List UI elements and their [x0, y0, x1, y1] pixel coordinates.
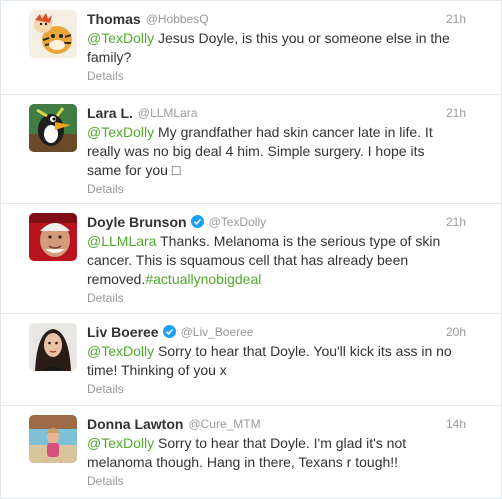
- details-link[interactable]: Details: [87, 474, 491, 488]
- author-handle[interactable]: @HobbesQ: [146, 12, 209, 26]
- tweet-timestamp[interactable]: 21h: [446, 215, 466, 229]
- details-link[interactable]: Details: [87, 382, 491, 396]
- author-name[interactable]: Lara L.: [87, 105, 133, 121]
- tweet-timestamp[interactable]: 20h: [446, 325, 466, 339]
- author-name[interactable]: Doyle Brunson: [87, 214, 187, 230]
- tweet-text: @LLMLara Thanks. Melanoma is the serious…: [87, 232, 462, 289]
- tweet-item[interactable]: 21h Doyle Brunson @TexDolly @LLMLara Tha…: [1, 204, 501, 314]
- mention-link[interactable]: @TexDolly: [87, 343, 154, 359]
- tweet-timestamp[interactable]: 21h: [446, 106, 466, 120]
- hashtag-link[interactable]: #actuallynobigdeal: [145, 271, 261, 287]
- doyle-portrait-avatar-icon[interactable]: [29, 213, 77, 261]
- tweet-timestamp[interactable]: 14h: [446, 417, 466, 431]
- author-name[interactable]: Thomas: [87, 11, 141, 27]
- mention-link[interactable]: @TexDolly: [87, 30, 154, 46]
- mention-link[interactable]: @LLMLara: [87, 233, 156, 249]
- beach-photo-avatar-icon[interactable]: [29, 415, 77, 463]
- tweet-text: @TexDolly Jesus Doyle, is this you or so…: [87, 29, 462, 67]
- cartoon-duck-avatar-icon[interactable]: [29, 104, 77, 152]
- author-name[interactable]: Liv Boeree: [87, 324, 159, 340]
- tweet-item[interactable]: 14h Donna Lawton @Cure_MTM @TexDolly Sor…: [1, 406, 501, 498]
- author-handle[interactable]: @Cure_MTM: [188, 417, 260, 431]
- mention-link[interactable]: @TexDolly: [87, 124, 154, 140]
- tweet-item[interactable]: 21h Lara L. @LLMLara @TexDolly My grandf…: [1, 95, 501, 204]
- author-handle[interactable]: @TexDolly: [209, 215, 267, 229]
- calvin-hobbes-avatar-icon[interactable]: [29, 10, 77, 58]
- mention-link[interactable]: @TexDolly: [87, 435, 154, 451]
- tweet-text: @TexDolly My grandfather had skin cancer…: [87, 123, 462, 180]
- author-handle[interactable]: @LLMLara: [138, 106, 198, 120]
- author-handle[interactable]: @Liv_Boeree: [181, 325, 254, 339]
- verified-badge-icon: [190, 215, 204, 228]
- details-link[interactable]: Details: [87, 182, 491, 196]
- details-link[interactable]: Details: [87, 291, 491, 305]
- tweet-text: @TexDolly Sorry to hear that Doyle. I'm …: [87, 434, 462, 472]
- tweet-timestamp[interactable]: 21h: [446, 12, 466, 26]
- verified-badge-icon: [162, 325, 176, 338]
- details-link[interactable]: Details: [87, 69, 491, 83]
- tweet-item[interactable]: 21h Thomas @HobbesQ @TexDolly Jesus Doyl…: [1, 1, 501, 95]
- tweet-text: @TexDolly Sorry to hear that Doyle. You'…: [87, 342, 462, 380]
- tweet-timeline: 21h Thomas @HobbesQ @TexDolly Jesus Doyl…: [0, 0, 502, 499]
- author-name[interactable]: Donna Lawton: [87, 416, 183, 432]
- tweet-item[interactable]: 20h Liv Boeree @Liv_Boeree @TexDolly Sor…: [1, 314, 501, 406]
- liv-portrait-avatar-icon[interactable]: [29, 323, 77, 371]
